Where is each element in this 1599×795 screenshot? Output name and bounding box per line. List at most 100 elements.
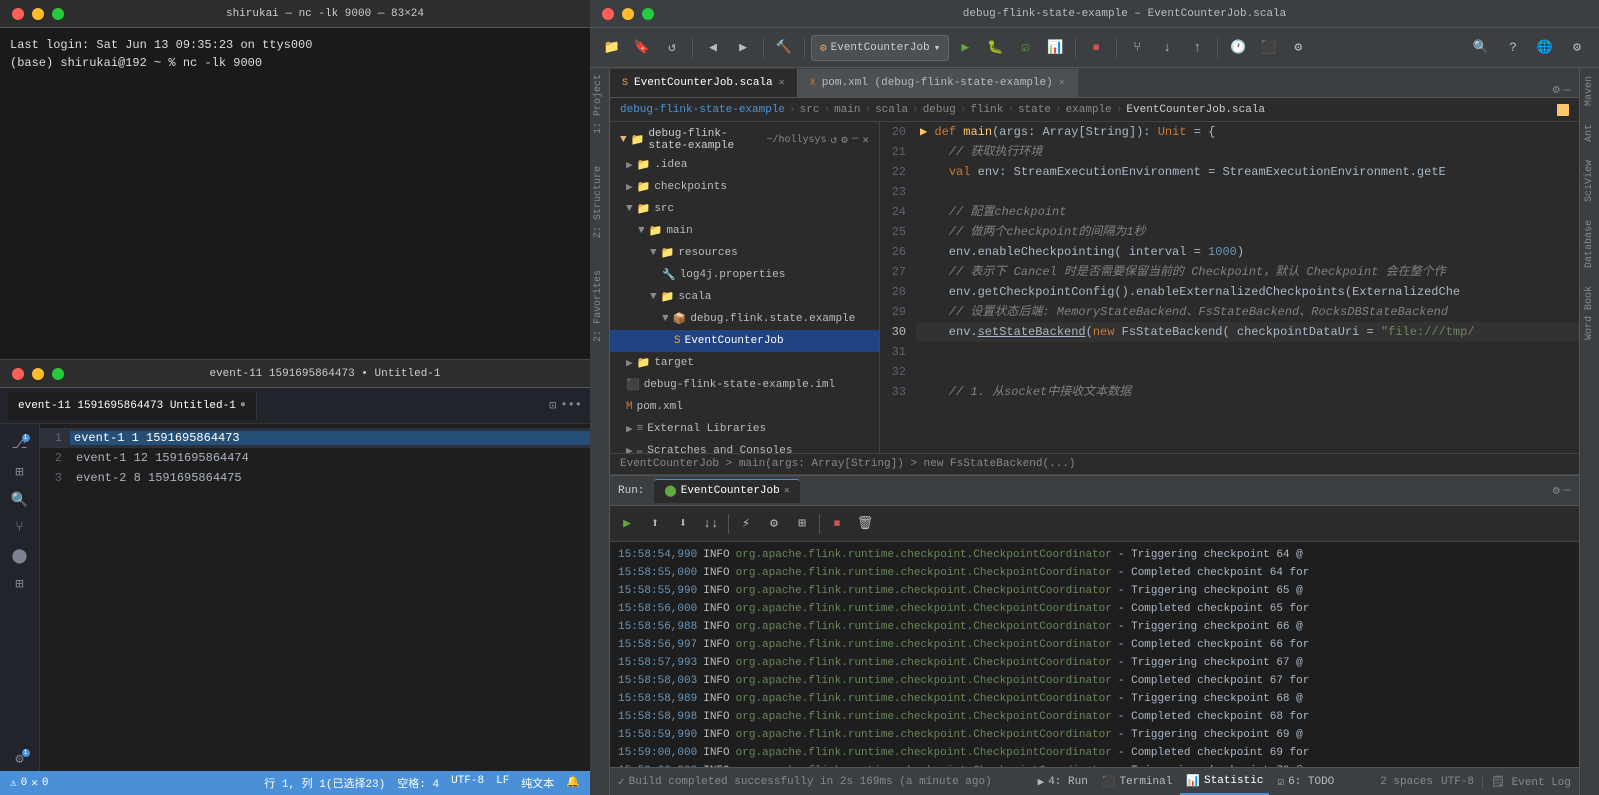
ide-settings2-button[interactable]: ⚙ xyxy=(1563,34,1591,62)
run-config-dropdown[interactable]: ⚙ EventCounterJob ▾ xyxy=(811,35,949,61)
ft-checkpoints[interactable]: ▶ 📁 checkpoints xyxy=(610,176,879,198)
bc-project[interactable]: debug-flink-state-example xyxy=(620,104,785,116)
extensions-icon[interactable]: ⊞ xyxy=(8,572,32,596)
run-bottom-tab-statistic[interactable]: 📊 Statistic xyxy=(1180,769,1269,795)
editor-tab[interactable]: event-11 1591695864473 Untitled-1 ● xyxy=(8,392,257,420)
maven-strip[interactable]: Maven xyxy=(1582,72,1597,110)
code-editor[interactable]: 20 ▶ def main(args: Array[String]): Unit… xyxy=(880,122,1579,453)
ft-log4j[interactable]: 🔧 log4j.properties xyxy=(610,264,879,286)
tab-minimize-icon[interactable]: — xyxy=(1564,83,1571,97)
run-stop-button[interactable]: ⏹ xyxy=(824,511,850,537)
bc-flink[interactable]: flink xyxy=(970,104,1003,116)
warnings-indicator[interactable]: ⚠ 0 ✕ 0 xyxy=(10,776,48,790)
explorer-icon[interactable]: ⊞ xyxy=(8,460,32,484)
ft-target[interactable]: ▶ 📁 target xyxy=(610,352,879,374)
run-scroll-end-button[interactable]: ↓↓ xyxy=(698,511,724,537)
run-play-button[interactable]: ▶ xyxy=(614,511,640,537)
debug-icon[interactable]: ⬤ xyxy=(8,544,32,568)
ide-stop-button[interactable]: ⏹ xyxy=(1082,34,1110,62)
ft-src[interactable]: ▼ 📁 src xyxy=(610,198,879,220)
ft-collapse-icon[interactable]: — xyxy=(852,133,859,147)
ide-coverage-button[interactable]: ☑ xyxy=(1011,34,1039,62)
run-minimize-icon[interactable]: — xyxy=(1564,483,1571,498)
ide-debug-button[interactable]: 🐛 xyxy=(981,34,1009,62)
ide-search-button[interactable]: 🔍 xyxy=(1467,34,1495,62)
ide-terminal-button[interactable]: ⬛ xyxy=(1254,34,1282,62)
ide-minimize-button[interactable] xyxy=(622,8,634,20)
ant-strip[interactable]: Ant xyxy=(1582,120,1597,146)
run-bottom-tab-todo[interactable]: ☑ 6: TODO xyxy=(1271,769,1340,795)
ide-help-button[interactable]: ? xyxy=(1499,34,1527,62)
project-strip[interactable]: 1: Project xyxy=(590,68,609,140)
git-icon[interactable]: ⑂ xyxy=(8,516,32,540)
ide-tab-pom[interactable]: X pom.xml (debug-flink-state-example) ✕ xyxy=(798,69,1078,97)
run-tab-eventcounter[interactable]: ⬤ EventCounterJob ✕ xyxy=(654,479,799,503)
run-scroll-up-button[interactable]: ⬆ xyxy=(642,511,668,537)
ide-sync-icon[interactable]: ↺ xyxy=(658,34,686,62)
more-icon[interactable]: ••• xyxy=(560,398,582,413)
ide-settings-button[interactable]: ⚙ xyxy=(1284,34,1312,62)
ide-back-button[interactable]: ◀ xyxy=(699,34,727,62)
editor-minimize-button[interactable] xyxy=(32,368,44,380)
event-log-tab[interactable]: 🗒 Event Log xyxy=(1491,775,1571,789)
ide-forward-button[interactable]: ▶ xyxy=(729,34,757,62)
ide-tab-eventcounter[interactable]: S EventCounterJob.scala ✕ xyxy=(610,69,798,97)
ide-update-button[interactable]: ↓ xyxy=(1153,34,1181,62)
minimize-button[interactable] xyxy=(32,8,44,20)
run-layout-button[interactable]: ⊞ xyxy=(789,511,815,537)
tab-close-1[interactable]: ✕ xyxy=(779,77,785,89)
structure-strip[interactable]: Z: Structure xyxy=(590,160,609,244)
ide-push-button[interactable]: ↑ xyxy=(1183,34,1211,62)
tab-settings-icon[interactable]: ⚙ xyxy=(1553,82,1560,97)
ft-main[interactable]: ▼ 📁 main xyxy=(610,220,879,242)
ide-history-button[interactable]: 🕐 xyxy=(1224,34,1252,62)
run-bottom-tab-terminal[interactable]: ⬛ Terminal xyxy=(1096,769,1179,795)
ft-sync-icon[interactable]: ↺ xyxy=(831,133,838,147)
editor-maximize-button[interactable] xyxy=(52,368,64,380)
ft-close-icon[interactable]: ✕ xyxy=(862,133,869,147)
ide-close-button[interactable] xyxy=(602,8,614,20)
search-icon[interactable]: 🔍 xyxy=(8,488,32,512)
ide-run-button[interactable]: ▶ xyxy=(951,34,979,62)
sciview-strip[interactable]: SciView xyxy=(1582,156,1597,206)
bc-debug[interactable]: debug xyxy=(923,104,956,116)
favorites-strip[interactable]: 2: Favorites xyxy=(590,264,609,348)
settings-icon[interactable]: ⚙ 1 xyxy=(8,747,32,771)
ft-package[interactable]: ▼ 📦 debug.flink.state.example xyxy=(610,308,879,330)
ide-profile-button[interactable]: 📊 xyxy=(1041,34,1069,62)
ide-translate-button[interactable]: 🌐 xyxy=(1531,34,1559,62)
ide-vcs-button[interactable]: ⑂ xyxy=(1123,34,1151,62)
ide-project-icon[interactable]: 📁 xyxy=(598,34,626,62)
run-bottom-tab-run[interactable]: ▶ 4: Run xyxy=(1032,769,1094,795)
ft-pom[interactable]: M pom.xml xyxy=(610,396,879,418)
ft-scratches[interactable]: ▶ ✏ Scratches and Consoles xyxy=(610,440,879,453)
wordbook-strip[interactable]: Word Book xyxy=(1582,282,1597,344)
tab-close-2[interactable]: ✕ xyxy=(1059,77,1065,89)
close-button[interactable] xyxy=(12,8,24,20)
run-log-content[interactable]: 15:58:54,990 INFO org.apache.flink.runti… xyxy=(610,542,1579,767)
ft-external-libs[interactable]: ▶ ≡ External Libraries xyxy=(610,418,879,440)
ide-hammer-button[interactable]: 🔨 xyxy=(770,34,798,62)
source-control-icon[interactable]: ⎇ 1 xyxy=(8,432,32,456)
run-settings-icon[interactable]: ⚙ xyxy=(1553,483,1560,498)
database-strip[interactable]: Database xyxy=(1582,216,1597,272)
run-tab-close[interactable]: ✕ xyxy=(784,485,790,497)
ide-bookmark-icon[interactable]: 🔖 xyxy=(628,34,656,62)
ft-eventcounterjob[interactable]: S EventCounterJob xyxy=(610,330,879,352)
editor-close-button[interactable] xyxy=(12,368,24,380)
run-filter-button[interactable]: ⚡ xyxy=(733,511,759,537)
split-icon[interactable]: ⊡ xyxy=(549,398,556,413)
bc-scala[interactable]: scala xyxy=(875,104,908,116)
maximize-button[interactable] xyxy=(52,8,64,20)
run-settings2-button[interactable]: ⚙ xyxy=(761,511,787,537)
ft-resources[interactable]: ▼ 📁 resources xyxy=(610,242,879,264)
ide-maximize-button[interactable] xyxy=(642,8,654,20)
ft-iml[interactable]: ⬛ debug-flink-state-example.iml xyxy=(610,374,879,396)
ft-settings-icon[interactable]: ⚙ xyxy=(841,133,848,147)
run-clear-button[interactable]: 🗑 xyxy=(852,511,878,537)
ft-scala[interactable]: ▼ 📁 scala xyxy=(610,286,879,308)
bc-example[interactable]: example xyxy=(1066,104,1112,116)
bc-state[interactable]: state xyxy=(1018,104,1051,116)
bc-main[interactable]: main xyxy=(834,104,860,116)
run-scroll-down-button[interactable]: ⬇ xyxy=(670,511,696,537)
